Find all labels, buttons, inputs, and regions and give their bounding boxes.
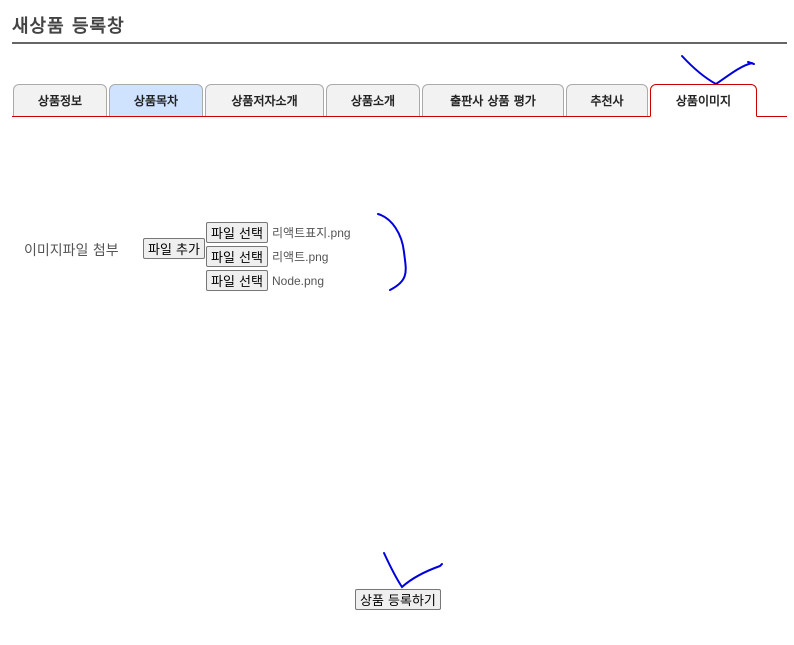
file-name-3: Node.png: [271, 273, 325, 288]
tab-recommendation[interactable]: 추천사: [566, 84, 648, 116]
file-row-3: 파일 선택 Node.png: [206, 270, 324, 291]
tab-product-toc[interactable]: 상품목차: [109, 84, 203, 116]
image-attach-label: 이미지파일 첨부: [24, 243, 119, 259]
add-file-button[interactable]: 파일 추가: [143, 238, 205, 259]
file-row-2: 파일 선택 리액트.png: [206, 246, 328, 267]
bracket-annotation-files: [377, 213, 407, 291]
tab-product-image[interactable]: 상품이미지: [650, 84, 757, 117]
file-name-2: 리액트.png: [271, 250, 329, 264]
tab-publisher-review[interactable]: 출판사 상품 평가: [422, 84, 564, 116]
tab-bar: 상품정보 상품목차 상품저자소개 상품소개 출판사 상품 평가 추천사 상품이미…: [13, 84, 757, 117]
choose-file-button-3[interactable]: 파일 선택: [206, 270, 268, 291]
tab-author-intro[interactable]: 상품저자소개: [205, 84, 324, 116]
checkmark-annotation-submit: [383, 552, 443, 589]
file-row-1: 파일 선택 리액트표지.png: [206, 222, 351, 243]
checkmark-annotation-tab: [681, 55, 755, 86]
submit-product-button[interactable]: 상품 등록하기: [355, 589, 441, 610]
tab-product-info[interactable]: 상품정보: [13, 84, 107, 116]
choose-file-button-1[interactable]: 파일 선택: [206, 222, 268, 243]
title-divider: [12, 42, 787, 44]
tab-product-intro[interactable]: 상품소개: [326, 84, 420, 116]
choose-file-button-2[interactable]: 파일 선택: [206, 246, 268, 267]
page-title: 새상품 등록창: [12, 16, 125, 37]
file-name-1: 리액트표지.png: [271, 226, 351, 240]
